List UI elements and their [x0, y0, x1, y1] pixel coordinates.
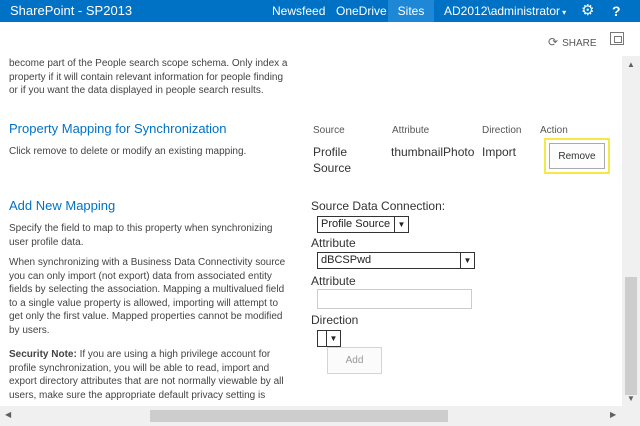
bdc-note: When synchronizing with a Business Data … [9, 256, 285, 337]
bdc-note-line: fields by selecting the association. Map… [9, 284, 285, 295]
attribute-text-input[interactable] [317, 289, 472, 309]
nav-sites[interactable]: Sites [388, 0, 434, 22]
source-connection-value: Profile Source [321, 218, 391, 230]
share-icon: ⟳ [548, 35, 559, 49]
attribute-text-label: Attribute [311, 274, 356, 288]
security-note: Security Note: If you are using a high p… [9, 348, 284, 402]
add-mapping-line: Specify the field to map to this propert… [9, 223, 273, 234]
scroll-up-icon[interactable]: ▲ [622, 60, 640, 69]
site-title[interactable]: SharePoint - SP2013 [10, 3, 132, 18]
attribute-label: Attribute [311, 236, 356, 250]
direction-select[interactable]: ▼ [317, 330, 341, 347]
remove-button[interactable]: Remove [549, 143, 605, 169]
help-icon[interactable]: ? [612, 0, 621, 22]
security-note-line: profile synchronization, you will be abl… [9, 362, 270, 374]
share-button[interactable]: ⟳ SHARE [548, 35, 597, 49]
column-header-attribute: Attribute [392, 125, 430, 136]
security-note-text: If you are using a high privilege accoun… [76, 349, 271, 360]
source-connection-label: Source Data Connection: [311, 199, 446, 213]
bdc-note-line: by users. [9, 324, 50, 336]
bdc-note-line: get only the first value. Mapped propert… [9, 311, 283, 322]
attribute-select-value: dBCSPwd [321, 254, 372, 266]
intro-line: or if you want the data displayed in peo… [9, 85, 264, 96]
scroll-right-icon[interactable]: ▶ [610, 410, 616, 419]
main-content: become part of the People search scope s… [0, 56, 622, 406]
focus-content-icon[interactable] [610, 32, 624, 45]
column-header-action: Action [540, 125, 568, 136]
chevron-down-icon: ▼ [326, 331, 340, 346]
add-mapping-line: user profile data. [9, 236, 84, 248]
security-note-line: users, make sure the appropriate default… [9, 389, 266, 401]
property-mapping-description: Click remove to delete or modify an exis… [9, 146, 247, 157]
chevron-down-icon: ▼ [460, 253, 474, 268]
nav-newsfeed[interactable]: Newsfeed [272, 0, 325, 22]
bdc-note-line: When synchronizing with a Business Data … [9, 257, 286, 268]
user-name: AD2012\administrator [444, 4, 561, 18]
intro-description: become part of the People search scope s… [9, 57, 288, 98]
scroll-left-icon[interactable]: ◀ [5, 410, 11, 419]
ribbon-row: ⟳ SHARE [0, 22, 640, 56]
chevron-down-icon: ▼ [394, 217, 408, 232]
add-button[interactable]: Add [327, 347, 382, 374]
gear-icon[interactable]: ⚙ [581, 0, 594, 22]
vertical-scrollbar[interactable]: ▲ ▼ [622, 56, 640, 406]
security-note-label: Security Note: [9, 349, 77, 360]
suite-bar: SharePoint - SP2013 Newsfeed OneDrive Si… [0, 0, 640, 22]
direction-label: Direction [311, 313, 359, 327]
horizontal-scroll-thumb[interactable] [150, 410, 448, 422]
mapping-source-line: Source [313, 161, 352, 175]
property-mapping-heading: Property Mapping for Synchronization [9, 121, 227, 136]
add-mapping-intro: Specify the field to map to this propert… [9, 222, 272, 249]
chevron-down-icon: ▾ [562, 8, 567, 17]
bdc-note-line: to a single value property is allowed, i… [9, 297, 279, 309]
horizontal-scrollbar[interactable]: ◀ ▶ [0, 406, 640, 426]
mapping-source-line: Profile [313, 145, 348, 159]
share-label: SHARE [562, 38, 597, 49]
remove-button-highlight: Remove [544, 138, 610, 174]
attribute-select[interactable]: dBCSPwd ▼ [317, 252, 475, 269]
add-mapping-heading: Add New Mapping [9, 198, 116, 213]
user-menu[interactable]: AD2012\administrator ▾ [444, 0, 566, 22]
mapping-source: Profile Source [313, 144, 351, 176]
vertical-scroll-thumb[interactable] [625, 277, 637, 395]
mapping-direction: Import [482, 145, 517, 159]
scroll-down-icon[interactable]: ▼ [622, 394, 640, 403]
mapping-attribute: thumbnailPhoto [391, 145, 475, 159]
intro-line: property if it will contain relevant inf… [9, 71, 284, 83]
column-header-direction: Direction [482, 125, 522, 136]
column-header-source: Source [313, 125, 345, 136]
intro-line: become part of the People search scope s… [9, 58, 288, 69]
security-note-line: Security Note: If you are using a high p… [9, 348, 284, 362]
nav-onedrive[interactable]: OneDrive [336, 0, 387, 22]
security-note-line: export directory attributes that are not… [9, 376, 284, 387]
bdc-note-line: you can only import (not export) data fr… [9, 270, 272, 282]
source-connection-select[interactable]: Profile Source ▼ [317, 216, 409, 233]
